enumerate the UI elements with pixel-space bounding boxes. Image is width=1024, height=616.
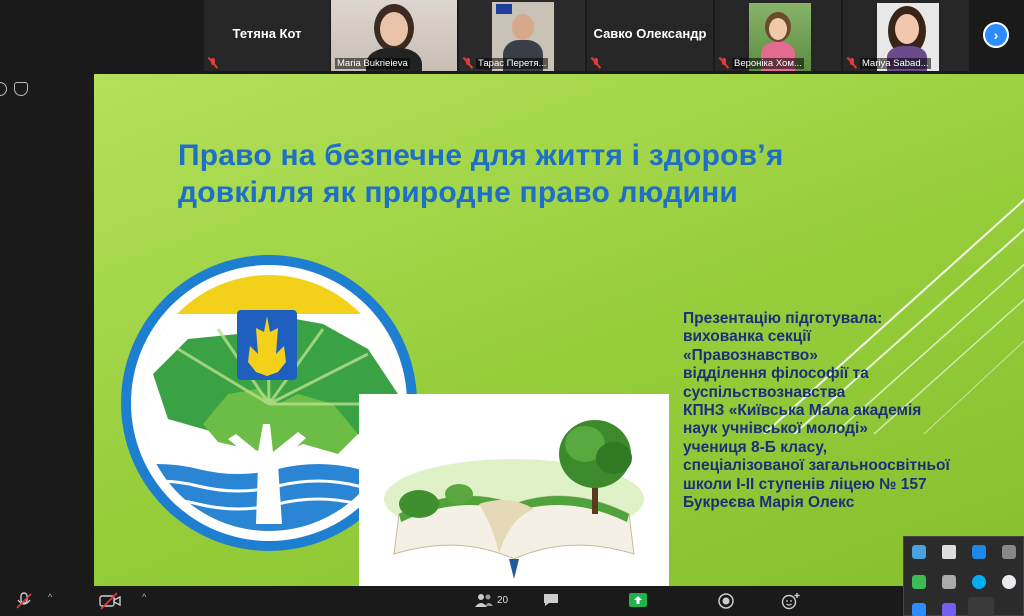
zoom-icon[interactable] bbox=[912, 603, 926, 616]
emoji-reaction-icon bbox=[781, 593, 800, 610]
wave-app-icon[interactable] bbox=[972, 545, 986, 559]
info-line: Презентацію підготувала: bbox=[683, 310, 883, 327]
participant-name: Maria Bukrieieva bbox=[335, 57, 410, 69]
record-button[interactable] bbox=[717, 592, 735, 610]
participant-strip: Тетяна Кот Maria Bukrieieva Тарас Перетя… bbox=[0, 0, 1024, 72]
pen-tool-icon[interactable] bbox=[968, 597, 994, 616]
wifi-off-icon[interactable] bbox=[942, 575, 956, 589]
participant-name: Савко Олександр bbox=[593, 26, 707, 41]
video-off-icon bbox=[99, 592, 121, 610]
participant-video-tile[interactable]: Вероніка Хом... bbox=[715, 0, 841, 71]
shield-icon[interactable] bbox=[14, 82, 28, 96]
info-line: суспільствознавства bbox=[683, 383, 846, 401]
start-video-button[interactable] bbox=[98, 592, 122, 610]
participant-name: Тарас Перетя... bbox=[476, 57, 549, 69]
participants-icon bbox=[475, 594, 493, 607]
unmute-button[interactable] bbox=[14, 592, 34, 610]
printer-icon[interactable] bbox=[1002, 545, 1016, 559]
mic-muted-icon bbox=[847, 57, 857, 69]
participant-video-tile[interactable]: Mariya Sabad... bbox=[843, 0, 969, 71]
meeting-toolbar: ^ ^ 20 bbox=[0, 586, 1024, 616]
video-options-caret[interactable]: ^ bbox=[142, 592, 146, 602]
share-screen-button[interactable] bbox=[628, 592, 648, 608]
monitor-check-icon[interactable] bbox=[912, 575, 926, 589]
open-book-nature-image bbox=[359, 394, 669, 586]
mic-muted-icon bbox=[591, 57, 601, 69]
chat-icon bbox=[544, 594, 558, 606]
mic-muted-icon bbox=[719, 57, 729, 69]
info-line: наук учнівської молоді» bbox=[683, 420, 868, 438]
presenter-info: Презентацію підготувала: вихованка секці… bbox=[683, 310, 950, 512]
shared-screen-slide: Право на безпечне для життя і здоров’я д… bbox=[94, 74, 1024, 586]
chrome-icon[interactable] bbox=[1002, 575, 1016, 589]
info-line: учениця 8-Б класу, bbox=[683, 438, 828, 456]
audio-options-caret[interactable]: ^ bbox=[48, 592, 52, 602]
participant-name: Тетяна Кот bbox=[232, 26, 302, 41]
mic-muted-icon bbox=[208, 57, 218, 69]
share-screen-icon bbox=[629, 593, 647, 607]
participant-tile[interactable]: Савко Олександр bbox=[587, 0, 713, 71]
slide-title-line: Право на безпечне для життя і здоров’я bbox=[178, 139, 784, 172]
participants-count: 20 bbox=[497, 594, 509, 606]
slide-title-line: довкілля як природне право людини bbox=[178, 175, 739, 209]
info-line: Букреєва Марія Олекс bbox=[683, 494, 855, 512]
chat-button[interactable] bbox=[542, 592, 560, 608]
skype-icon[interactable] bbox=[972, 575, 986, 589]
video-person bbox=[512, 14, 534, 40]
tray-app-icon[interactable] bbox=[912, 545, 926, 559]
record-icon bbox=[718, 593, 734, 609]
info-line: «Правознавство» bbox=[683, 346, 818, 364]
info-line: вихованка секції bbox=[683, 328, 811, 346]
participant-video-tile[interactable]: Тарас Перетя... bbox=[459, 0, 585, 71]
info-line: спеціалізованої загальноосвітньої bbox=[683, 457, 950, 475]
system-tray-popup bbox=[903, 536, 1024, 616]
microphone-muted-icon bbox=[16, 592, 32, 609]
mic-muted-icon bbox=[463, 57, 473, 69]
zoom-meeting-window: Тетяна Кот Maria Bukrieieva Тарас Перетя… bbox=[0, 0, 1024, 616]
reactions-button[interactable] bbox=[781, 592, 801, 610]
security-shield-icon[interactable] bbox=[942, 545, 956, 559]
info-line: школи І-ІІ ступенів ліцею № 157 bbox=[683, 475, 927, 493]
info-line: відділення філософії та bbox=[683, 365, 869, 383]
participant-name: Mariya Sabad... bbox=[860, 57, 931, 69]
info-icon[interactable] bbox=[0, 82, 7, 96]
slide-title: Право на безпечне для життя і здоров’я д… bbox=[178, 138, 898, 211]
participant-tile[interactable]: Тетяна Кот bbox=[204, 0, 330, 71]
participant-name: Вероніка Хом... bbox=[732, 57, 804, 69]
info-line: КПНЗ «Київська Мала академія bbox=[683, 402, 922, 420]
chevron-right-icon[interactable]: › bbox=[983, 22, 1009, 48]
participant-video-tile[interactable]: Maria Bukrieieva bbox=[331, 0, 457, 71]
viber-icon[interactable] bbox=[942, 603, 956, 616]
participants-button[interactable]: 20 bbox=[474, 592, 508, 608]
